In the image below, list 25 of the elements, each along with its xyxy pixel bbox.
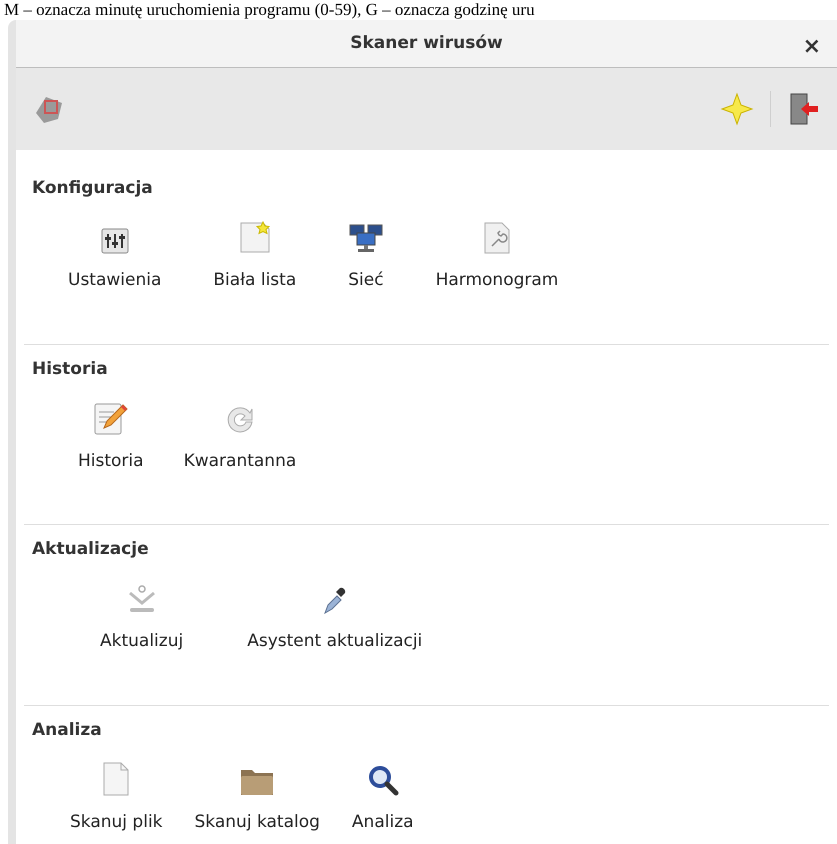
search-icon bbox=[366, 764, 399, 796]
launcher-item[interactable]: Kwarantanna bbox=[184, 400, 296, 474]
launcher-item[interactable]: Historia bbox=[78, 400, 144, 474]
launcher-item[interactable]: Biała lista bbox=[213, 220, 296, 294]
launcher-item[interactable]: Ustawienia bbox=[68, 220, 162, 294]
close-button[interactable]: × bbox=[798, 30, 825, 63]
launcher-item[interactable]: Skanuj katalog bbox=[194, 762, 320, 835]
network-icon bbox=[348, 224, 383, 254]
sliders-icon bbox=[100, 228, 129, 254]
document-wrench-icon bbox=[484, 222, 510, 254]
document-text: M – oznacza minutę uruchomienia programu (0-59), G – oznacza godzinę uru bbox=[3, 0, 536, 20]
launcher-item[interactable]: Asystent aktualizacji bbox=[247, 581, 422, 654]
launcher-item[interactable]: Aktualizuj bbox=[100, 581, 184, 654]
star-icon[interactable] bbox=[720, 92, 754, 126]
launcher-item[interactable]: Harmonogram bbox=[436, 220, 558, 294]
window-title: Skaner wirusów bbox=[350, 32, 503, 55]
launcher-item[interactable]: Sieć bbox=[348, 220, 384, 294]
notepad-pencil-icon bbox=[94, 400, 128, 434]
file-icon bbox=[103, 762, 130, 796]
section-heading: Konfiguracja bbox=[31, 177, 154, 200]
section-heading: Aktualizacje bbox=[31, 538, 150, 561]
launcher-item[interactable]: Skanuj plik bbox=[70, 762, 163, 835]
section-heading: Analiza bbox=[31, 718, 103, 742]
section-heading: Historia bbox=[31, 358, 109, 380]
launcher-item[interactable]: Analiza bbox=[352, 762, 414, 835]
